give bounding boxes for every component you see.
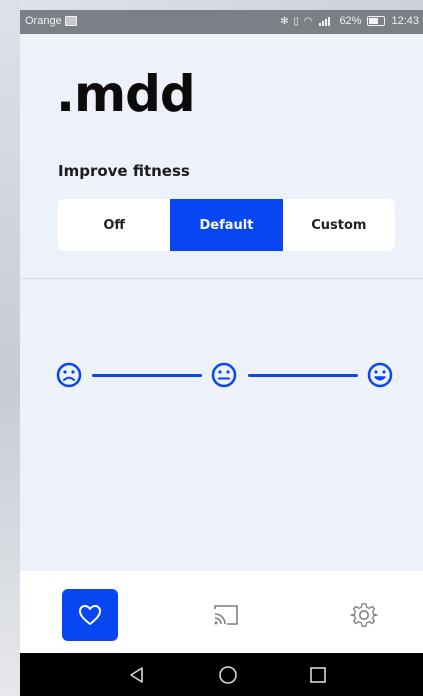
recents-square-icon <box>310 667 326 683</box>
cast-icon <box>214 605 238 625</box>
signal-icon <box>319 16 333 26</box>
nav-settings-button[interactable] <box>344 595 384 635</box>
system-navigation-bar <box>20 653 423 696</box>
home-button[interactable] <box>215 662 241 688</box>
notification-icon <box>64 16 77 26</box>
scale-line-left <box>92 374 202 377</box>
recents-button[interactable] <box>305 662 331 688</box>
divider <box>20 278 423 279</box>
gear-icon <box>350 603 378 627</box>
fitness-option-custom[interactable]: Custom <box>283 199 395 251</box>
home-circle-icon <box>219 666 237 684</box>
sad-face-icon[interactable] <box>56 362 82 388</box>
battery-icon <box>367 16 386 26</box>
phone-screen: Orange ✻ ▯ ◠ 62% 12:43 .mdd Improve fitn… <box>20 10 423 696</box>
heart-icon <box>79 605 101 625</box>
connectivity-icons: ✻ ▯ ◠ <box>280 15 314 27</box>
back-triangle-icon <box>130 667 143 683</box>
happy-face-icon[interactable] <box>367 362 393 388</box>
nav-cast-button[interactable] <box>206 597 246 633</box>
app-logo: .mdd <box>56 65 196 123</box>
status-right: ✻ ▯ ◠ 62% 12:43 <box>280 15 419 27</box>
back-button[interactable] <box>124 662 150 688</box>
bottom-navigation <box>20 571 423 653</box>
improve-fitness-label: Improve fitness <box>58 162 190 180</box>
mood-scale <box>20 350 423 400</box>
battery-percent: 62% <box>339 15 362 27</box>
scale-line-right <box>248 374 358 377</box>
fitness-mode-selector: Off Default Custom <box>58 199 395 251</box>
carrier-name: Orange <box>25 15 62 27</box>
fitness-option-default[interactable]: Default <box>170 199 283 251</box>
status-bar: Orange ✻ ▯ ◠ 62% 12:43 <box>20 10 423 34</box>
neutral-face-icon[interactable] <box>211 362 237 388</box>
fitness-option-off[interactable]: Off <box>58 199 170 251</box>
status-time: 12:43 <box>391 15 419 27</box>
status-left: Orange <box>25 15 77 27</box>
nav-heart-button[interactable] <box>62 589 118 641</box>
background-edge <box>0 0 20 696</box>
